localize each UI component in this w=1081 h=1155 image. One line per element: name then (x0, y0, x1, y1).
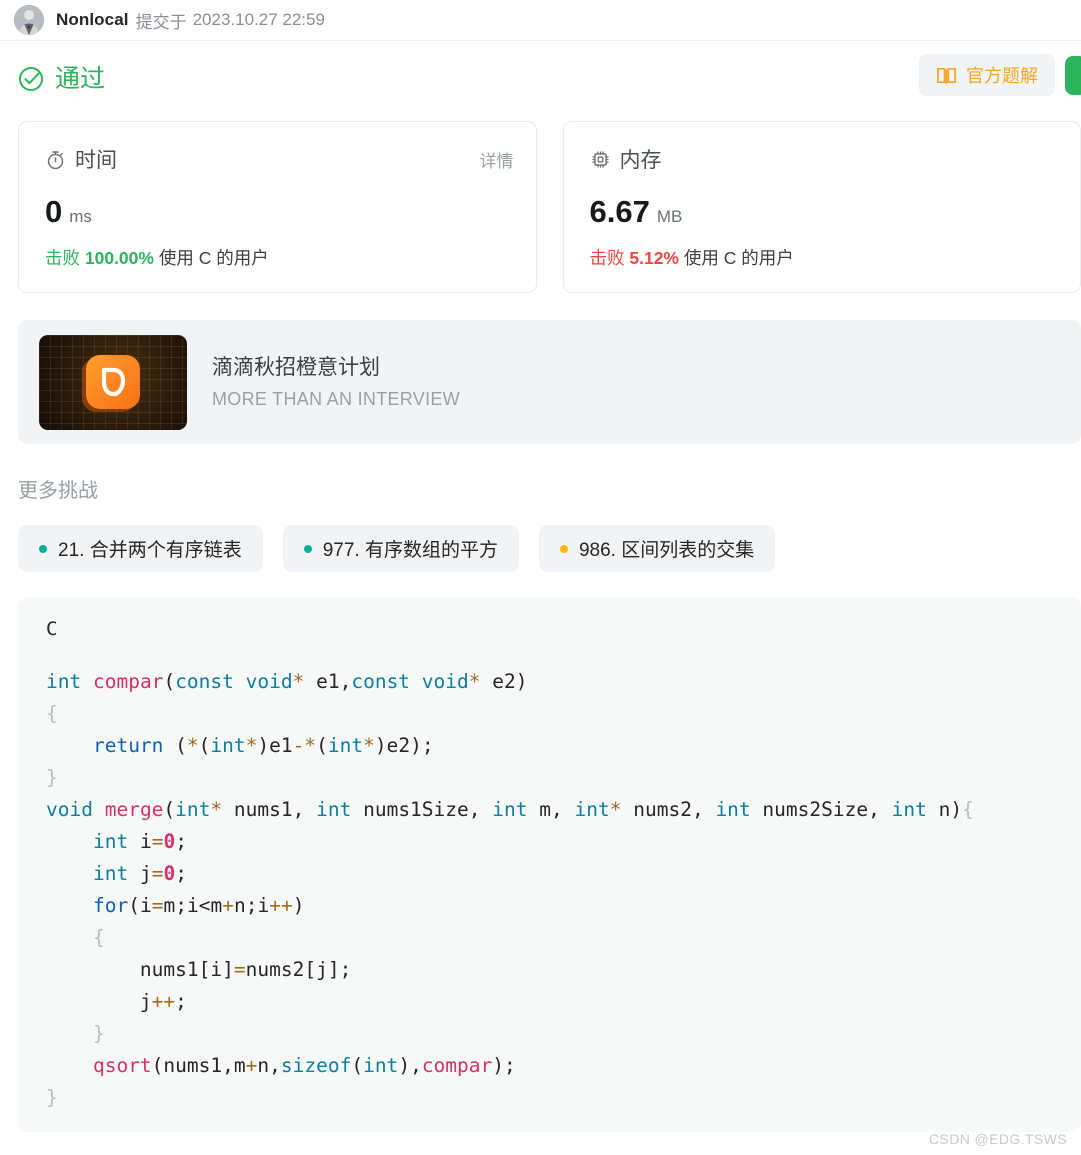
runtime-beats: 击败 100.00% 使用 C 的用户 (45, 245, 514, 270)
submission-username[interactable]: Nonlocal (56, 10, 129, 30)
runtime-title-group: 时间 (45, 144, 117, 174)
submitted-label: 提交于 (135, 12, 187, 32)
submission-timestamp: 2023.10.27 22:59 (192, 10, 325, 29)
memory-value-group: 6.67 MB (590, 196, 1059, 227)
status-result: 通过 (18, 66, 105, 92)
runtime-value-group: 0 ms (45, 196, 514, 227)
more-challenges-list: 21. 合并两个有序链表 977. 有序数组的平方 986. 区间列表的交集 (18, 525, 1081, 572)
difficulty-dot-icon (559, 544, 568, 553)
runtime-beat-suffix: 使用 C 的用户 (158, 248, 269, 268)
challenge-chip[interactable]: 21. 合并两个有序链表 (18, 525, 263, 572)
challenge-chip[interactable]: 977. 有序数组的平方 (282, 525, 519, 572)
difficulty-dot-icon (39, 544, 47, 553)
ad-subtitle: MORE THAN AN INTERVIEW (212, 388, 460, 409)
stats-cards: 时间 详情 0 ms 击败 100.00% 使用 C 的用户 内存 6.67 M… (0, 97, 1081, 293)
memory-value: 6.67 (589, 194, 650, 229)
ad-title: 滴滴秋招橙意计划 (212, 356, 380, 380)
code-block[interactable]: C int compar(const void* e1,const void* … (18, 598, 1081, 1132)
submission-header: Nonlocal 提交于 2023.10.27 22:59 (0, 0, 1081, 41)
challenge-label: 986. 区间列表的交集 (578, 540, 755, 561)
challenge-label: 21. 合并两个有序链表 (58, 540, 242, 561)
memory-card-header: 内存 (590, 144, 1059, 174)
memory-beats: 击败 5.12% 使用 C 的用户 (590, 245, 1059, 270)
runtime-detail-link[interactable]: 详情 (480, 147, 514, 172)
memory-beat-suffix: 使用 C 的用户 (683, 248, 794, 268)
avatar[interactable] (14, 5, 44, 35)
circle-check-icon (18, 66, 44, 92)
challenge-chip[interactable]: 986. 区间列表的交集 (538, 525, 776, 572)
status-actions: 官方题解 (919, 54, 1081, 96)
watermark: CSDN @EDG.TSWS (928, 1131, 1067, 1147)
runtime-beat-percent: 100.00% (84, 248, 154, 268)
memory-beat-prefix: 击败 (589, 248, 625, 268)
status-row: 通过 官方题解 (0, 41, 1081, 97)
advertisement-banner[interactable]: 滴滴秋招橙意计划 MORE THAN AN INTERVIEW (18, 320, 1081, 444)
memory-chip-icon (590, 149, 611, 170)
code-language-label: C (46, 618, 58, 640)
official-solution-button[interactable]: 官方题解 (919, 54, 1055, 96)
runtime-card: 时间 详情 0 ms 击败 100.00% 使用 C 的用户 (18, 121, 537, 293)
more-challenges-label: 更多挑战 (18, 480, 98, 502)
runtime-beat-prefix: 击败 (45, 248, 80, 268)
memory-card: 内存 6.67 MB 击败 5.12% 使用 C 的用户 (562, 121, 1081, 293)
runtime-title: 时间 (75, 149, 117, 172)
runtime-value: 0 (45, 194, 63, 229)
ad-text-group: 滴滴秋招橙意计划 MORE THAN AN INTERVIEW (212, 354, 460, 409)
submit-action-button[interactable] (1065, 55, 1081, 95)
status-text: 通过 (55, 64, 106, 93)
challenge-label: 977. 有序数组的平方 (322, 540, 498, 561)
stopwatch-icon (45, 149, 66, 170)
runtime-card-header: 时间 详情 (45, 144, 514, 174)
book-icon (936, 65, 957, 86)
ad-thumbnail (39, 334, 187, 430)
memory-unit: MB (656, 207, 683, 226)
memory-beat-percent: 5.12% (629, 248, 679, 268)
runtime-unit: ms (69, 207, 92, 226)
difficulty-dot-icon (303, 544, 312, 553)
memory-title-group: 内存 (590, 144, 662, 174)
memory-title: 内存 (619, 149, 662, 172)
official-solution-label: 官方题解 (966, 66, 1038, 86)
didi-logo-icon (86, 355, 140, 409)
code-content: int compar(const void* e1,const void* e2… (46, 670, 974, 1109)
